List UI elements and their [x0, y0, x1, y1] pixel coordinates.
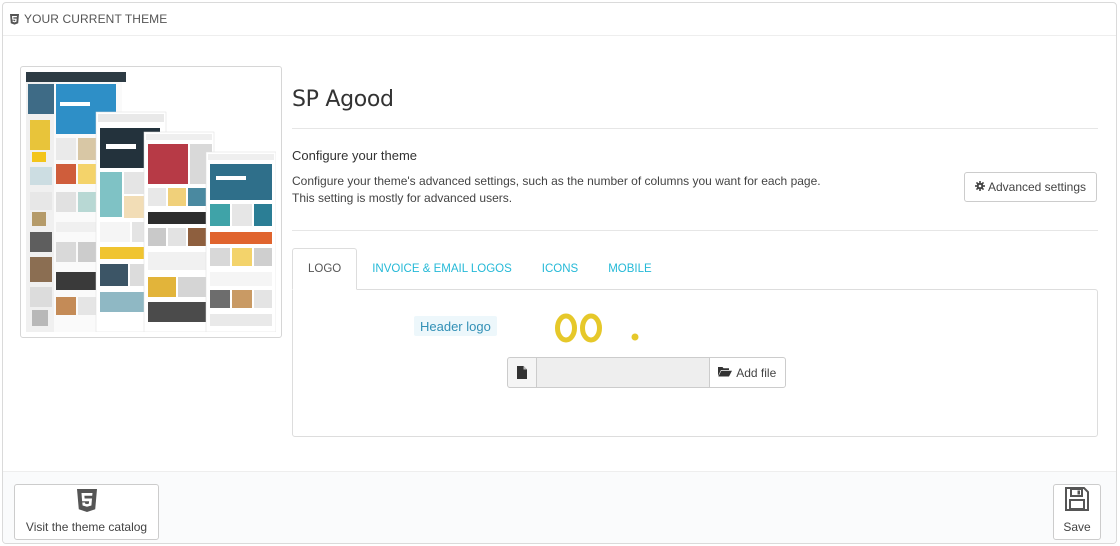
configure-description: Configure your theme's advanced settings…	[292, 174, 821, 205]
tab-logo[interactable]: LOGO	[292, 248, 358, 290]
save-button[interactable]: Save	[1053, 484, 1101, 540]
file-icon	[507, 357, 537, 388]
visit-theme-catalog-button[interactable]: Visit the theme catalog	[14, 484, 159, 540]
tab-invoice-email-logos[interactable]: INVOICE & EMAIL LOGOS	[357, 248, 527, 290]
configure-title: Configure your theme	[292, 148, 418, 163]
html5-icon	[76, 489, 98, 516]
panel-heading: YOUR CURRENT THEME	[3, 3, 1116, 36]
theme-tabs: LOGO INVOICE & EMAIL LOGOS ICONS MOBILE	[292, 248, 1098, 290]
advanced-settings-label: Advanced settings	[987, 180, 1087, 194]
add-file-button[interactable]: Add file	[708, 357, 786, 388]
theme-name: SP Agood	[292, 87, 394, 112]
panel-footer: Visit the theme catalog Save	[3, 471, 1116, 543]
divider	[292, 128, 1098, 129]
logo-tab-content: Header logo Add file	[292, 289, 1098, 437]
tab-mobile[interactable]: MOBILE	[593, 248, 666, 290]
visit-theme-catalog-label: Visit the theme catalog	[25, 520, 148, 534]
save-label: Save	[1063, 520, 1091, 534]
panel-title: YOUR CURRENT THEME	[24, 12, 168, 26]
header-logo-label: Header logo	[414, 316, 497, 336]
current-theme-panel: YOUR CURRENT THEME SP Agood Configure yo…	[2, 2, 1117, 544]
tab-icons[interactable]: ICONS	[527, 248, 593, 290]
header-logo-image	[553, 308, 643, 351]
file-name-input[interactable]	[536, 357, 709, 388]
logo-file-upload: Add file	[507, 357, 786, 388]
html5-icon	[9, 13, 20, 25]
floppy-disk-icon	[1065, 487, 1089, 514]
advanced-settings-button[interactable]: Advanced settings	[964, 172, 1097, 202]
folder-open-icon	[718, 366, 733, 380]
add-file-label: Add file	[736, 365, 777, 380]
gear-icon	[974, 180, 985, 194]
divider	[292, 230, 1098, 231]
theme-preview-image	[20, 66, 282, 338]
